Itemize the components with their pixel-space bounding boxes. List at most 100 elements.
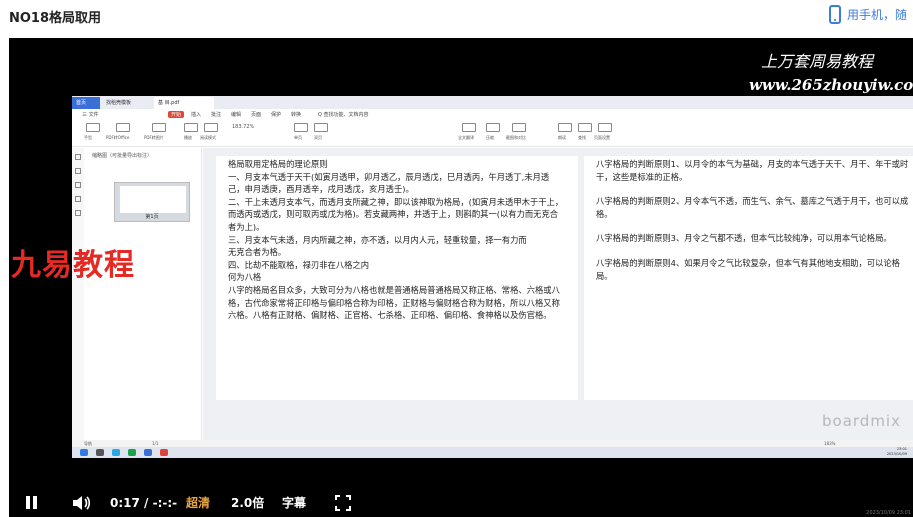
document-page-left: 格局取用定格局的理论原则 一、月支本气透于天干(如寅月透甲，卯月透乙，辰月透戊，…: [216, 156, 578, 400]
menu-protect[interactable]: 保护: [271, 111, 281, 118]
recorded-screen: 首页 找稻壳模板 基 目.pdf 三 文件 开始 插入 批注 编辑 页面 保护 …: [72, 96, 913, 458]
boardmix-logo: boardmix: [822, 412, 901, 430]
text-line: 八字格局的判断原则1、以月令的本气为基础，月支的本气透于天干、月干、年干或时干，…: [596, 159, 909, 182]
text-line: 一、月支本气透于天干(如寅月透甲，卯月透乙，辰月透戊，巳月透丙，午月透丁,未月透…: [228, 171, 550, 195]
tool-label: 截图和对比: [506, 135, 526, 140]
video-timestamp: 2023/10/09 23:01: [866, 510, 911, 516]
edge-icon[interactable]: [112, 449, 120, 456]
bookmark-icon[interactable]: [75, 168, 81, 174]
screenshot-compare-icon[interactable]: [512, 123, 526, 132]
search-icon[interactable]: [75, 196, 81, 202]
watch-on-mobile-link[interactable]: 用手机，随: [829, 5, 907, 24]
tool-label: 单页: [294, 135, 302, 140]
pdf-to-image-icon[interactable]: [152, 123, 166, 132]
menu-convert[interactable]: 转换: [291, 111, 301, 118]
pause-icon: [26, 496, 30, 509]
page-header: NO18格局取用 用手机，随: [0, 0, 913, 38]
comment-icon[interactable]: [75, 182, 81, 188]
text-line: 何为八格: [228, 272, 262, 283]
double-page-icon[interactable]: [314, 123, 328, 132]
hand-tool-icon[interactable]: [86, 123, 100, 132]
pause-button[interactable]: [26, 488, 37, 517]
zoom-level[interactable]: 183.72%: [232, 124, 254, 130]
menu-edit[interactable]: 编辑: [231, 111, 241, 118]
subtitle-button[interactable]: 字幕: [282, 488, 306, 517]
windows-taskbar: 23:01 2023/10/09: [72, 447, 913, 458]
text-line: 八字的格局名目众多，大致可分为八格也就是普通格局普通格局又称正格、常格、六格或八…: [228, 284, 560, 321]
windows-start-icon[interactable]: [80, 449, 88, 456]
pdf-to-office-icon[interactable]: [116, 123, 130, 132]
fullscreen-icon: [335, 494, 351, 511]
status-page-number: 1/1: [152, 441, 159, 446]
compress-icon[interactable]: [486, 123, 500, 132]
watch-on-mobile-label: 用手机，随: [847, 8, 908, 22]
tab-pdf[interactable]: 基 目.pdf: [154, 97, 214, 109]
page-setup-icon[interactable]: [598, 123, 612, 132]
read-aloud-icon[interactable]: [558, 123, 572, 132]
speed-button[interactable]: 2.0倍: [231, 488, 264, 517]
player-controls: 0:17 / -:-:- 超清 2.0倍 字幕 2023/10/09 23:01: [9, 488, 913, 517]
tool-label: 查找: [578, 135, 586, 140]
watermark-cn: 上万套周易教程: [761, 52, 874, 71]
current-time: 0:17: [110, 495, 140, 510]
tool-label: PDF转Office: [106, 135, 130, 140]
wechat-icon[interactable]: [128, 449, 136, 456]
text-line: 八字格局的判断原则2、月令本气不透，而生气、余气、墓库之气透于月干，也可以成格。: [596, 196, 909, 219]
menu-insert[interactable]: 插入: [191, 111, 201, 118]
clock-date: 2023/10/09: [886, 452, 907, 456]
document-page-right: 八字格局的判断原则1、以月令的本气为基础，月支的本气透于天干、月干、年干或时干，…: [584, 156, 913, 400]
tab-templates[interactable]: 找稻壳模板: [102, 97, 152, 109]
taskbar-clock: 23:01 2023/10/09: [887, 447, 907, 457]
left-sidebar: [72, 148, 84, 440]
fullscreen-button[interactable]: [335, 488, 351, 517]
menu-file[interactable]: 三 文件: [82, 111, 99, 118]
pane-title: 缩略图（可批量导出标注）: [92, 153, 153, 159]
menu-search[interactable]: Q 查找功能、文档内容: [318, 111, 369, 118]
tool-label: 页面设置: [594, 135, 610, 140]
duration: -:-:-: [152, 495, 178, 510]
text-line: 二、干上未透月支本气，而透月支所藏之神，即以该神取为格局，(如寅月未透甲木于干上…: [228, 196, 564, 232]
app-tab-bar: 首页 找稻壳模板 基 目.pdf: [72, 96, 913, 109]
search-icon[interactable]: [578, 123, 592, 132]
text-line: 八字格局的判断原则4、如果月令之气比较复杂，但本气有其他地支相助，可以论格局。: [596, 257, 900, 281]
time-display: 0:17 / -:-:-: [110, 488, 177, 517]
page-title: NO18格局取用: [9, 11, 102, 26]
time-separator: /: [144, 495, 149, 510]
play-icon[interactable]: [184, 123, 198, 132]
menu-start[interactable]: 开始: [168, 111, 185, 118]
phone-icon: [829, 5, 841, 24]
thumbnail-pane: 缩略图（可批量导出标注） 第1页: [72, 148, 202, 440]
read-mode-icon[interactable]: [204, 123, 218, 132]
video-player[interactable]: 上万套周易教程 www.265zhouyiw.com 首页 找稻壳模板 基 目.…: [9, 38, 913, 517]
pause-icon: [33, 496, 37, 509]
tool-label: 全文翻译: [458, 135, 474, 140]
menu-page[interactable]: 页面: [251, 111, 261, 118]
tab-home[interactable]: 首页: [72, 97, 100, 109]
app-menu-bar: 三 文件 开始 插入 批注 编辑 页面 保护 转换 Q 查找功能、文档内容: [72, 109, 913, 120]
tool-label: 播放: [184, 135, 192, 140]
watermark-url: www.265zhouyiw.com: [749, 76, 913, 94]
single-page-icon[interactable]: [294, 123, 308, 132]
attachment-icon[interactable]: [75, 210, 81, 216]
tool-label: PDF转图片: [144, 135, 164, 140]
thumbnail-preview: [120, 186, 186, 213]
page-left-text: 格局取用定格局的理论原则 一、月支本气透于天干(如寅月透甲，卯月透乙，辰月透戊，…: [228, 158, 564, 322]
tool-label: 朗读: [558, 135, 566, 140]
text-line: 格局取用定格局的理论原则: [228, 159, 328, 169]
tool-label: 手型: [84, 135, 92, 140]
translate-icon[interactable]: [462, 123, 476, 132]
page-thumbnail[interactable]: 第1页: [114, 182, 190, 222]
search-icon[interactable]: [96, 449, 104, 456]
tool-label: 压缩: [486, 135, 494, 140]
quality-button[interactable]: 超清: [186, 488, 210, 517]
text-line: 无克合者为格。: [228, 247, 287, 258]
volume-button[interactable]: [71, 488, 91, 517]
wps-icon[interactable]: [160, 449, 168, 456]
thumbnail-icon[interactable]: [75, 154, 81, 160]
menu-comment[interactable]: 批注: [211, 111, 221, 118]
app-icon[interactable]: [144, 449, 152, 456]
text-line: 四、比劫不能取格，禄刃非在八格之内: [228, 259, 370, 270]
text-line: 三、月支本气未透，月内所藏之神，亦不透，以月内人元，轻重较量，择一有力而: [228, 234, 527, 245]
tool-label: 阅读模式: [200, 135, 216, 140]
toolbar: 手型 PDF转Office PDF转图片 播放 阅读模式 183.72% 单页 …: [72, 120, 913, 147]
